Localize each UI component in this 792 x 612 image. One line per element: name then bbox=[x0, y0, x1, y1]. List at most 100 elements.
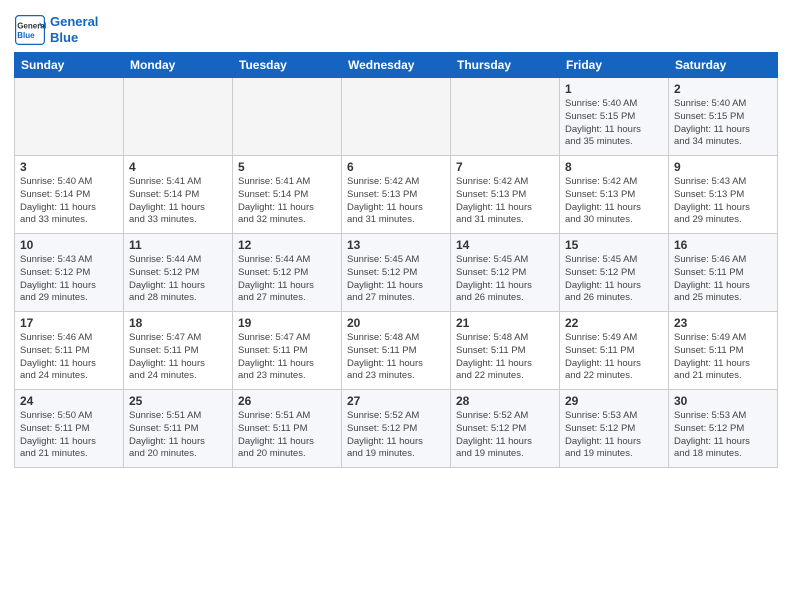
day-cell bbox=[15, 78, 124, 156]
calendar-table: SundayMondayTuesdayWednesdayThursdayFrid… bbox=[14, 52, 778, 468]
day-info: Sunrise: 5:52 AM Sunset: 5:12 PM Dayligh… bbox=[456, 410, 554, 461]
day-cell: 23Sunrise: 5:49 AM Sunset: 5:11 PM Dayli… bbox=[669, 312, 778, 390]
day-cell: 13 Sunrise: 5:45 AM Sunset: 5:12 PM Dayli… bbox=[342, 234, 451, 312]
day-info: Sunrise: 5:43 AM Sunset: 5:12 PM Dayligh… bbox=[20, 254, 118, 305]
logo-text: GeneralBlue bbox=[50, 14, 98, 45]
day-info: Sunrise: 5:52 AM Sunset: 5:12 PM Dayligh… bbox=[347, 410, 445, 461]
day-cell: 11 Sunrise: 5:44 AM Sunset: 5:12 PM Dayli… bbox=[124, 234, 233, 312]
week-row-4: 17 Sunrise: 5:46 AM Sunset: 5:11 PM Dayli… bbox=[15, 312, 778, 390]
week-row-3: 10 Sunrise: 5:43 AM Sunset: 5:12 PM Dayli… bbox=[15, 234, 778, 312]
day-number: 13 bbox=[347, 238, 445, 252]
day-number: 3 bbox=[20, 160, 118, 174]
page: General Blue GeneralBlue SundayMondayTue… bbox=[0, 0, 792, 476]
weekday-header-wednesday: Wednesday bbox=[342, 53, 451, 78]
day-number: 15 bbox=[565, 238, 663, 252]
day-info: Sunrise: 5:51 AM Sunset: 5:11 PM Dayligh… bbox=[129, 410, 227, 461]
day-cell: 27Sunrise: 5:52 AM Sunset: 5:12 PM Dayli… bbox=[342, 390, 451, 468]
svg-text:Blue: Blue bbox=[17, 31, 35, 40]
day-number: 6 bbox=[347, 160, 445, 174]
weekday-header-sunday: Sunday bbox=[15, 53, 124, 78]
day-info: Sunrise: 5:41 AM Sunset: 5:14 PM Dayligh… bbox=[129, 176, 227, 227]
day-info: Sunrise: 5:51 AM Sunset: 5:11 PM Dayligh… bbox=[238, 410, 336, 461]
day-cell: 6 Sunrise: 5:42 AM Sunset: 5:13 PM Daylig… bbox=[342, 156, 451, 234]
day-info: Sunrise: 5:41 AM Sunset: 5:14 PM Dayligh… bbox=[238, 176, 336, 227]
day-cell: 9 Sunrise: 5:43 AM Sunset: 5:13 PM Daylig… bbox=[669, 156, 778, 234]
day-number: 18 bbox=[129, 316, 227, 330]
day-info: Sunrise: 5:44 AM Sunset: 5:12 PM Dayligh… bbox=[129, 254, 227, 305]
logo: General Blue GeneralBlue bbox=[14, 14, 98, 46]
day-cell: 15 Sunrise: 5:45 AM Sunset: 5:12 PM Dayli… bbox=[560, 234, 669, 312]
day-number: 14 bbox=[456, 238, 554, 252]
day-cell: 3 Sunrise: 5:40 AM Sunset: 5:14 PM Daylig… bbox=[15, 156, 124, 234]
day-number: 10 bbox=[20, 238, 118, 252]
day-number: 21 bbox=[456, 316, 554, 330]
day-info: Sunrise: 5:48 AM Sunset: 5:11 PM Dayligh… bbox=[456, 332, 554, 383]
day-cell: 12 Sunrise: 5:44 AM Sunset: 5:12 PM Dayli… bbox=[233, 234, 342, 312]
day-cell: 14 Sunrise: 5:45 AM Sunset: 5:12 PM Dayli… bbox=[451, 234, 560, 312]
day-info: Sunrise: 5:40 AM Sunset: 5:14 PM Dayligh… bbox=[20, 176, 118, 227]
day-info: Sunrise: 5:45 AM Sunset: 5:12 PM Dayligh… bbox=[565, 254, 663, 305]
day-number: 28 bbox=[456, 394, 554, 408]
day-number: 24 bbox=[20, 394, 118, 408]
day-info: Sunrise: 5:45 AM Sunset: 5:12 PM Dayligh… bbox=[347, 254, 445, 305]
day-info: Sunrise: 5:42 AM Sunset: 5:13 PM Dayligh… bbox=[456, 176, 554, 227]
day-cell: 22Sunrise: 5:49 AM Sunset: 5:11 PM Dayli… bbox=[560, 312, 669, 390]
day-cell: 25 Sunrise: 5:51 AM Sunset: 5:11 PM Dayli… bbox=[124, 390, 233, 468]
day-cell: 28 Sunrise: 5:52 AM Sunset: 5:12 PM Dayli… bbox=[451, 390, 560, 468]
day-cell bbox=[342, 78, 451, 156]
logo-icon: General Blue bbox=[14, 14, 46, 46]
day-info: Sunrise: 5:40 AM Sunset: 5:15 PM Dayligh… bbox=[565, 98, 663, 149]
weekday-header-thursday: Thursday bbox=[451, 53, 560, 78]
day-info: Sunrise: 5:46 AM Sunset: 5:11 PM Dayligh… bbox=[674, 254, 772, 305]
day-info: Sunrise: 5:50 AM Sunset: 5:11 PM Dayligh… bbox=[20, 410, 118, 461]
day-number: 30 bbox=[674, 394, 772, 408]
day-cell: 5 Sunrise: 5:41 AM Sunset: 5:14 PM Daylig… bbox=[233, 156, 342, 234]
day-info: Sunrise: 5:44 AM Sunset: 5:12 PM Dayligh… bbox=[238, 254, 336, 305]
day-cell: 21 Sunrise: 5:48 AM Sunset: 5:11 PM Dayli… bbox=[451, 312, 560, 390]
day-number: 5 bbox=[238, 160, 336, 174]
day-number: 19 bbox=[238, 316, 336, 330]
day-cell: 8 Sunrise: 5:42 AM Sunset: 5:13 PM Daylig… bbox=[560, 156, 669, 234]
day-number: 17 bbox=[20, 316, 118, 330]
week-row-5: 24 Sunrise: 5:50 AM Sunset: 5:11 PM Dayli… bbox=[15, 390, 778, 468]
day-cell: 4 Sunrise: 5:41 AM Sunset: 5:14 PM Daylig… bbox=[124, 156, 233, 234]
day-cell bbox=[451, 78, 560, 156]
day-cell: 16Sunrise: 5:46 AM Sunset: 5:11 PM Dayli… bbox=[669, 234, 778, 312]
day-info: Sunrise: 5:53 AM Sunset: 5:12 PM Dayligh… bbox=[674, 410, 772, 461]
day-cell: 18Sunrise: 5:47 AM Sunset: 5:11 PM Dayli… bbox=[124, 312, 233, 390]
day-number: 1 bbox=[565, 82, 663, 96]
day-cell: 20Sunrise: 5:48 AM Sunset: 5:11 PM Dayli… bbox=[342, 312, 451, 390]
day-number: 4 bbox=[129, 160, 227, 174]
day-number: 2 bbox=[674, 82, 772, 96]
day-info: Sunrise: 5:42 AM Sunset: 5:13 PM Dayligh… bbox=[565, 176, 663, 227]
day-cell bbox=[233, 78, 342, 156]
day-info: Sunrise: 5:46 AM Sunset: 5:11 PM Dayligh… bbox=[20, 332, 118, 383]
day-cell bbox=[124, 78, 233, 156]
day-cell: 19 Sunrise: 5:47 AM Sunset: 5:11 PM Dayli… bbox=[233, 312, 342, 390]
header: General Blue GeneralBlue bbox=[14, 10, 778, 46]
day-cell: 1 Sunrise: 5:40 AM Sunset: 5:15 PM Daylig… bbox=[560, 78, 669, 156]
day-info: Sunrise: 5:45 AM Sunset: 5:12 PM Dayligh… bbox=[456, 254, 554, 305]
day-info: Sunrise: 5:43 AM Sunset: 5:13 PM Dayligh… bbox=[674, 176, 772, 227]
weekday-header-row: SundayMondayTuesdayWednesdayThursdayFrid… bbox=[15, 53, 778, 78]
day-info: Sunrise: 5:40 AM Sunset: 5:15 PM Dayligh… bbox=[674, 98, 772, 149]
day-number: 8 bbox=[565, 160, 663, 174]
day-number: 11 bbox=[129, 238, 227, 252]
day-info: Sunrise: 5:48 AM Sunset: 5:11 PM Dayligh… bbox=[347, 332, 445, 383]
weekday-header-friday: Friday bbox=[560, 53, 669, 78]
day-cell: 2 Sunrise: 5:40 AM Sunset: 5:15 PM Daylig… bbox=[669, 78, 778, 156]
week-row-1: 1 Sunrise: 5:40 AM Sunset: 5:15 PM Daylig… bbox=[15, 78, 778, 156]
day-info: Sunrise: 5:42 AM Sunset: 5:13 PM Dayligh… bbox=[347, 176, 445, 227]
day-info: Sunrise: 5:47 AM Sunset: 5:11 PM Dayligh… bbox=[238, 332, 336, 383]
day-info: Sunrise: 5:49 AM Sunset: 5:11 PM Dayligh… bbox=[565, 332, 663, 383]
day-number: 9 bbox=[674, 160, 772, 174]
day-info: Sunrise: 5:53 AM Sunset: 5:12 PM Dayligh… bbox=[565, 410, 663, 461]
day-number: 12 bbox=[238, 238, 336, 252]
weekday-header-saturday: Saturday bbox=[669, 53, 778, 78]
weekday-header-monday: Monday bbox=[124, 53, 233, 78]
day-number: 29 bbox=[565, 394, 663, 408]
day-cell: 29 Sunrise: 5:53 AM Sunset: 5:12 PM Dayli… bbox=[560, 390, 669, 468]
day-cell: 24 Sunrise: 5:50 AM Sunset: 5:11 PM Dayli… bbox=[15, 390, 124, 468]
day-number: 25 bbox=[129, 394, 227, 408]
day-cell: 30 Sunrise: 5:53 AM Sunset: 5:12 PM Dayli… bbox=[669, 390, 778, 468]
